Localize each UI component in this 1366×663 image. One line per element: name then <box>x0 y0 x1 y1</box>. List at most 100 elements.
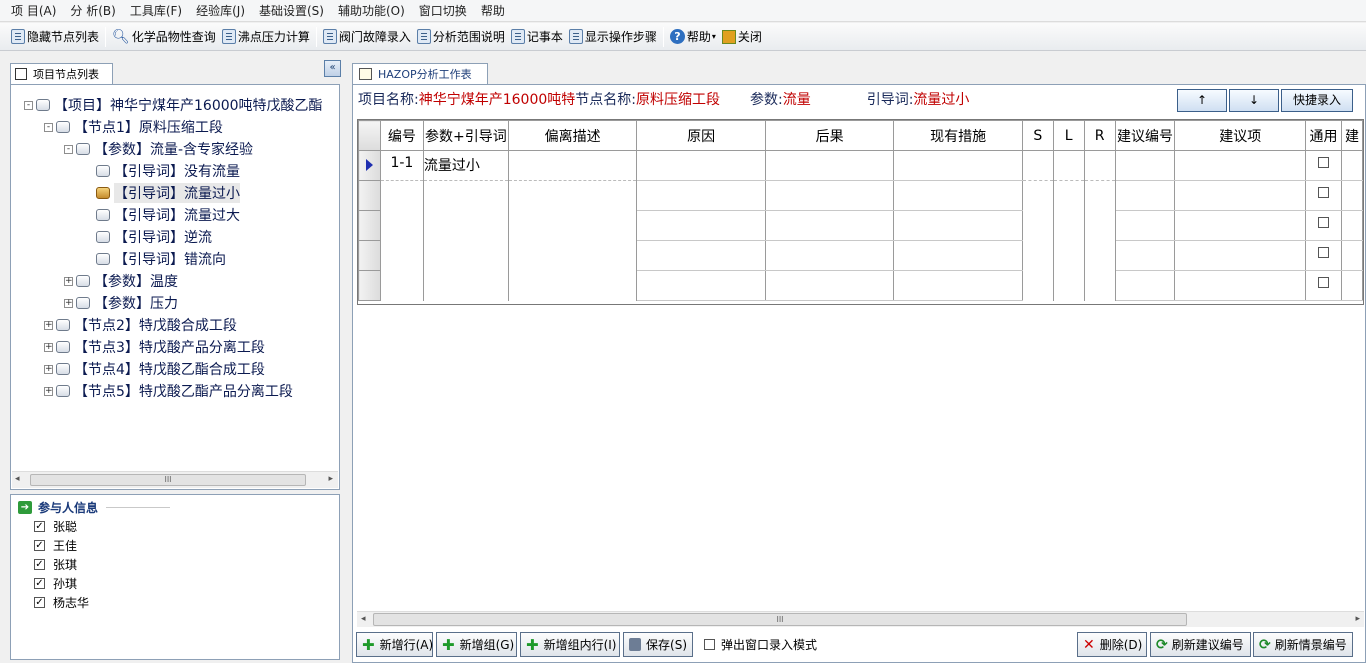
analysis-scope-button[interactable]: 分析范围说明 <box>414 25 508 49</box>
tree-node[interactable]: + 【节点2】特戊酸合成工段 <box>44 314 237 336</box>
scroll-thumb[interactable]: III <box>373 613 1187 626</box>
help-button[interactable]: ? 帮助 ▾ <box>667 25 719 49</box>
menu-tools[interactable]: 工具库(F) <box>123 0 189 22</box>
delete-button[interactable]: ✕ 删除(D) <box>1077 632 1147 657</box>
expand-icon[interactable]: + <box>44 364 53 374</box>
grid-cell[interactable] <box>379 240 424 271</box>
menu-help[interactable]: 帮助 <box>474 0 512 22</box>
common-checkbox[interactable] <box>1317 277 1329 288</box>
grid-cell[interactable] <box>1340 150 1363 181</box>
participant-checkbox[interactable]: ✓ <box>34 540 45 551</box>
grid-cell[interactable]: 流量过小 <box>422 150 509 181</box>
grid-cell[interactable] <box>1304 210 1342 241</box>
table-row[interactable]: 1-1 流量过小 <box>358 150 1363 181</box>
grid-cell[interactable] <box>422 180 509 211</box>
valve-fault-button[interactable]: 阀门故障录入 <box>320 25 414 49</box>
collapse-icon[interactable]: - <box>44 122 53 132</box>
grid-cell[interactable] <box>422 210 509 241</box>
grid-cell[interactable] <box>764 210 895 241</box>
collapse-icon[interactable]: - <box>64 144 73 154</box>
tree-node[interactable]: + 【参数】温度 <box>64 270 178 292</box>
column-header[interactable]: S <box>1021 120 1054 151</box>
menu-window[interactable]: 窗口切换 <box>412 0 474 22</box>
grid-cell[interactable] <box>1052 270 1085 301</box>
column-header[interactable]: 现有措施 <box>893 120 1023 151</box>
grid-cell[interactable] <box>1052 210 1085 241</box>
grid-cell[interactable] <box>507 150 638 181</box>
scroll-left-icon[interactable]: ◂ <box>15 474 20 484</box>
grid-cell[interactable] <box>507 270 638 301</box>
grid-cell[interactable] <box>1021 210 1054 241</box>
row-header[interactable] <box>358 210 381 241</box>
grid-cell[interactable] <box>1174 270 1306 301</box>
grid-cell[interactable] <box>422 270 509 301</box>
add-row-button[interactable]: ✚ 新增行(A) <box>356 632 433 657</box>
tree-horizontal-scrollbar[interactable]: ◂ III ▸ <box>12 471 338 488</box>
column-header[interactable]: 建议项 <box>1174 120 1306 151</box>
grid-cell[interactable] <box>1114 150 1176 181</box>
refresh-suggest-button[interactable]: ⟳ 刷新建议编号 <box>1150 632 1251 657</box>
grid-cell[interactable] <box>1340 210 1363 241</box>
participant-item[interactable]: ✓ 孙琪 <box>34 575 77 592</box>
table-row[interactable] <box>358 210 1363 241</box>
tree-node[interactable]: - 【参数】流量-含专家经验 <box>64 138 253 160</box>
grid-cell[interactable] <box>1114 210 1176 241</box>
table-row[interactable] <box>358 240 1363 271</box>
scroll-thumb[interactable]: III <box>30 474 306 486</box>
tab-hazop-worksheet[interactable]: HAZOP分析工作表 <box>352 63 488 84</box>
popup-mode-checkbox[interactable] <box>704 638 715 650</box>
grid-cell[interactable] <box>1304 180 1342 211</box>
scroll-right-icon[interactable]: ▸ <box>1355 614 1360 624</box>
grid-cell[interactable] <box>1052 240 1085 271</box>
grid-cell[interactable] <box>422 240 509 271</box>
add-group-button[interactable]: ✚ 新增组(G) <box>436 632 517 657</box>
grid-cell[interactable] <box>1052 180 1085 211</box>
tree-node[interactable]: + 【参数】压力 <box>64 292 178 314</box>
hide-nodes-button[interactable]: 隐藏节点列表 <box>8 25 102 49</box>
grid-cell[interactable] <box>1174 210 1306 241</box>
grid-cell[interactable] <box>1083 150 1116 181</box>
tree-node[interactable]: 【引导词】流量过小 <box>84 182 240 204</box>
participant-checkbox[interactable]: ✓ <box>34 578 45 589</box>
grid-cell[interactable] <box>636 180 766 211</box>
participant-checkbox[interactable]: ✓ <box>34 559 45 570</box>
grid-cell[interactable] <box>507 240 638 271</box>
menu-analysis[interactable]: 分 析(B) <box>63 0 122 22</box>
expand-icon[interactable]: + <box>64 276 73 286</box>
grid-cell[interactable] <box>636 240 766 271</box>
column-header[interactable]: 通用 <box>1304 120 1342 151</box>
grid-cell[interactable] <box>764 150 895 181</box>
grid-cell[interactable] <box>893 210 1023 241</box>
grid-cell[interactable] <box>379 180 424 211</box>
grid-cell[interactable] <box>1021 180 1054 211</box>
row-header[interactable] <box>358 180 381 211</box>
chem-query-button[interactable]: 🔍︎ 化学品物性查询 <box>109 25 219 49</box>
tree-node[interactable]: + 【节点5】特戊酸乙酯产品分离工段 <box>44 380 293 402</box>
boiling-calc-button[interactable]: 沸点压力计算 <box>219 25 313 49</box>
participant-item[interactable]: ✓ 杨志华 <box>34 594 89 611</box>
grid-cell[interactable] <box>764 240 895 271</box>
grid-cell[interactable] <box>1304 270 1342 301</box>
grid-cell[interactable] <box>893 270 1023 301</box>
grid-cell[interactable] <box>1304 240 1342 271</box>
grid-cell[interactable] <box>1083 210 1116 241</box>
grid-cell[interactable] <box>1340 270 1363 301</box>
common-checkbox[interactable] <box>1317 247 1329 258</box>
collapse-panel-button[interactable]: « <box>324 60 341 77</box>
quick-entry-button[interactable]: 快捷录入 <box>1281 89 1353 112</box>
participant-item[interactable]: ✓ 张琪 <box>34 556 77 573</box>
grid-cell[interactable] <box>379 270 424 301</box>
grid-horizontal-scrollbar[interactable]: ◂ III ▸ <box>357 611 1364 627</box>
tree-node[interactable]: 【引导词】没有流量 <box>84 160 240 182</box>
column-header[interactable]: 原因 <box>636 120 766 151</box>
grid-cell[interactable] <box>1021 150 1054 181</box>
grid-cell[interactable] <box>764 270 895 301</box>
scroll-left-icon[interactable]: ◂ <box>361 614 366 624</box>
participant-item[interactable]: ✓ 王佳 <box>34 537 77 554</box>
column-header[interactable]: 后果 <box>764 120 895 151</box>
common-checkbox[interactable] <box>1317 217 1329 228</box>
tree-node[interactable]: 【引导词】逆流 <box>84 226 212 248</box>
participant-checkbox[interactable]: ✓ <box>34 597 45 608</box>
tree-node[interactable]: - 【节点1】原料压缩工段 <box>44 116 223 138</box>
expand-icon[interactable]: + <box>44 386 53 396</box>
